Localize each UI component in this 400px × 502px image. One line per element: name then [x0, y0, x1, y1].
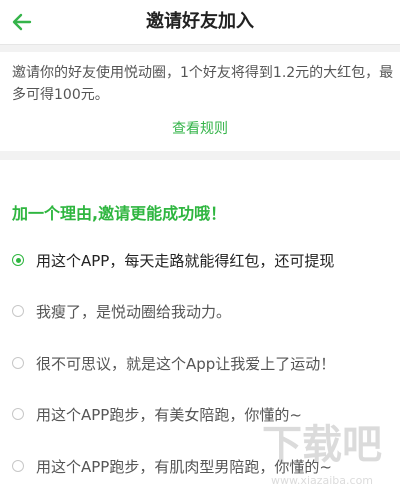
radio-unselected-icon [12, 357, 24, 369]
reasons-heading: 加一个理由,邀请更能成功哦！ [12, 204, 227, 223]
reason-option-2[interactable]: 我瘦了，是悦动圈给我动力。 [0, 291, 400, 331]
radio-unselected-icon [12, 305, 24, 317]
view-rules-link[interactable]: 查看规则 [0, 118, 400, 138]
reason-option-5[interactable]: 用这个APP跑步，有肌肉型男陪跑，你懂的~ [0, 446, 400, 486]
reason-option-label: 用这个APP跑步，有美女陪跑，你懂的~ [36, 405, 302, 424]
page-title: 邀请好友加入 [146, 11, 254, 32]
reason-option-1[interactable]: 用这个APP，每天走路就能得红包，还可提现 [0, 240, 400, 280]
reason-option-label: 用这个APP，每天走路就能得红包，还可提现 [36, 251, 335, 270]
reason-option-label: 用这个APP跑步，有肌肉型男陪跑，你懂的~ [36, 457, 332, 476]
invite-card: 邀请你的好友使用悦动圈，1个好友将得到1.2元的大红包，最多可得100元。 查看… [0, 52, 400, 151]
reason-option-label: 我瘦了，是悦动圈给我动力。 [36, 302, 232, 321]
reason-option-label: 很不可思议，就是这个App让我爱上了运动！ [36, 354, 336, 373]
radio-unselected-icon [12, 460, 24, 472]
reasons-card: 加一个理由,邀请更能成功哦！ 用这个APP，每天走路就能得红包，还可提现 我瘦了… [0, 160, 400, 502]
invite-description: 邀请你的好友使用悦动圈，1个好友将得到1.2元的大红包，最多可得100元。 [12, 65, 394, 103]
reason-option-3[interactable]: 很不可思议，就是这个App让我爱上了运动！ [0, 343, 400, 383]
top-bar: 邀请好友加入 [0, 0, 400, 45]
radio-selected-icon [12, 254, 24, 266]
radio-unselected-icon [12, 408, 24, 420]
reason-option-4[interactable]: 用这个APP跑步，有美女陪跑，你懂的~ [0, 394, 400, 434]
